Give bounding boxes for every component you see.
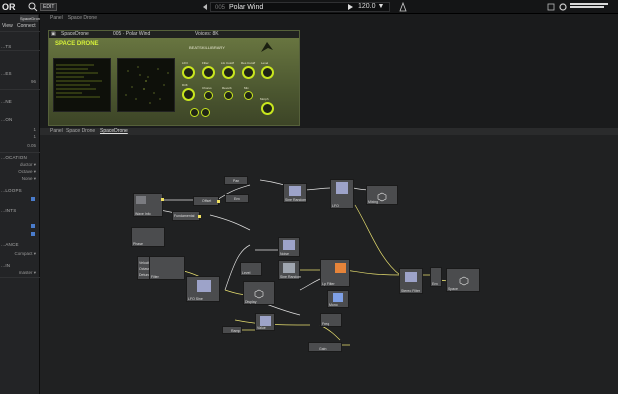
node-label: Filter: [151, 275, 159, 279]
node-label: Mono: [329, 303, 338, 307]
node-label: LFO: [332, 204, 339, 208]
node-label: Value: [257, 326, 266, 330]
node-label: Env: [234, 197, 241, 201]
node-lp-filter[interactable]: Lp Filter: [320, 259, 350, 287]
waveform-icon: [336, 182, 348, 194]
node-sine-random-2[interactable]: Sine Random: [278, 260, 302, 280]
waveform-icon: [283, 263, 295, 273]
node-port[interactable]: [161, 198, 164, 201]
waveform-icon: [289, 186, 301, 196]
node-gain[interactable]: Gain: [308, 342, 342, 352]
node-wave-info[interactable]: Wave Info: [133, 193, 164, 217]
node-mono[interactable]: Mono: [327, 290, 349, 308]
node-pan[interactable]: Pan: [224, 176, 248, 185]
node-label: Fundamental: [174, 214, 195, 218]
node-sine-random[interactable]: Sine Random: [283, 183, 307, 203]
node-value[interactable]: Value: [255, 313, 275, 331]
node-freq[interactable]: Freq: [320, 313, 342, 327]
node-phase[interactable]: Phase: [131, 227, 165, 247]
waveform-icon: [405, 272, 417, 282]
node-filter[interactable]: Filter: [149, 256, 185, 280]
node-port[interactable]: [198, 215, 201, 218]
node-label: Noise: [280, 252, 289, 256]
node-env[interactable]: Env: [225, 194, 249, 203]
node-port[interactable]: [217, 200, 220, 203]
waveform-icon: [197, 280, 211, 292]
node-noise[interactable]: Noise: [278, 237, 300, 257]
patch-cables: [159, 179, 456, 346]
node-display[interactable]: Display: [243, 281, 275, 305]
node-label: Freq: [322, 322, 330, 326]
node-label: Pan: [233, 179, 240, 183]
node-ramp[interactable]: Ramp: [222, 326, 242, 334]
node-label: Ramp: [231, 329, 241, 333]
node-stereo-filter[interactable]: Stereo Filter: [399, 268, 423, 294]
node-space[interactable]: Space: [446, 268, 480, 292]
cube-icon: [377, 189, 387, 207]
node-env-2[interactable]: Env: [430, 267, 442, 287]
cube-icon: [459, 273, 469, 291]
node-label: Gain: [319, 347, 327, 351]
filter-curve-icon: [335, 263, 346, 273]
node-label: Space: [448, 287, 458, 291]
node-level[interactable]: Level: [240, 262, 262, 276]
node-label: Sine Random: [285, 198, 307, 202]
node-label: Offset: [202, 199, 212, 203]
waveform-icon: [260, 316, 271, 326]
node-offset[interactable]: Offset: [193, 196, 220, 206]
waveform-icon: [283, 240, 295, 250]
node-mixing[interactable]: Mixing: [366, 185, 398, 205]
spectrum-icon: [333, 293, 343, 302]
node-icon: [136, 196, 146, 204]
node-label: Phase: [133, 242, 143, 246]
node-label: Level: [242, 271, 251, 275]
node-label: Sine Random: [280, 275, 302, 279]
node-label: Env: [432, 282, 439, 286]
node-label: LFO Sine: [188, 297, 203, 301]
node-label: Stereo Filter: [401, 289, 421, 293]
node-label: Wave Info: [135, 212, 151, 216]
node-label: Mixing: [368, 200, 379, 204]
node-fundamental[interactable]: Fundamental: [172, 211, 201, 221]
node-lfo[interactable]: LFO: [330, 179, 354, 209]
node-label: Display: [245, 300, 257, 304]
node-label: Lp Filter: [322, 282, 335, 286]
node-lfo-sine[interactable]: LFO Sine: [186, 276, 220, 302]
